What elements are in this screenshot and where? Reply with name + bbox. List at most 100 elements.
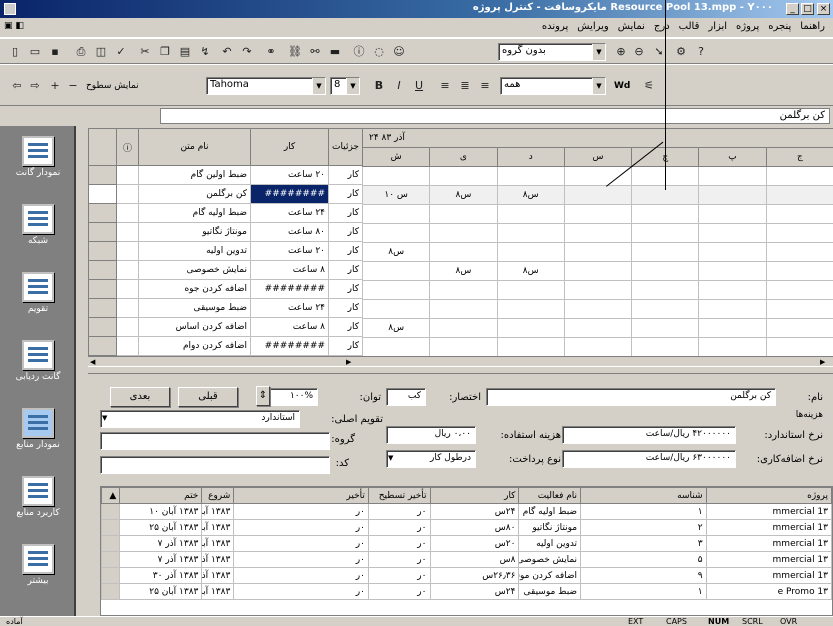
table-row[interactable]: تدوین اولیه ۲۰ ساعت کار (88, 241, 363, 261)
work-cell[interactable]: ۲۰ ساعت (250, 241, 329, 261)
row-header[interactable] (100, 567, 121, 584)
detail-cell[interactable]: ۱۳۸۳ آذر ۷ (119, 535, 203, 552)
detail-cell[interactable]: mmercial 1۳ (705, 551, 833, 568)
font-combo[interactable]: Tahoma ▼ (206, 77, 326, 95)
detail-cell[interactable]: ۱۳۸۳ آبان ۲۵ (119, 583, 203, 600)
max-units-spinner[interactable]: ⇕ (256, 386, 270, 406)
chevron-down-icon[interactable]: ▼ (346, 78, 359, 94)
details-cell[interactable]: کار (328, 279, 363, 299)
detail-column-header[interactable]: نام فعالیت (518, 487, 582, 504)
detail-cell[interactable]: ۲۴س (429, 583, 520, 600)
print-preview-icon[interactable]: ◫ (92, 43, 110, 61)
chevron-down-icon[interactable]: ▼ (312, 78, 325, 94)
select-all-cell[interactable] (88, 128, 117, 166)
detail-cell[interactable]: ۰ر (233, 519, 369, 536)
align-left-icon[interactable]: ≡ (436, 77, 454, 95)
table-row[interactable]: ۱۳۸۳ آذر ۷۱۳۸۳ آبان ۲۵۰ر۰ر۲۰ستدوین اولیه… (100, 535, 833, 552)
detail-cell[interactable]: ۰ر (367, 519, 431, 536)
detail-cell[interactable]: ضبط موسیقی (518, 583, 582, 600)
detail-cell[interactable]: mmercial 1۳ (705, 535, 833, 552)
timescale-cell[interactable] (429, 204, 498, 224)
app-icon[interactable] (4, 3, 16, 15)
outdent-icon[interactable]: ⇦ (8, 77, 26, 95)
timescale-cell[interactable] (361, 166, 431, 186)
notes-icon[interactable]: ◌ (370, 43, 388, 61)
detail-cell[interactable]: ۹ (580, 567, 707, 584)
detail-cell[interactable]: ۱۳۸۳ آبان ۱۵ (201, 583, 235, 600)
menu-item[interactable]: پروژه (736, 21, 759, 32)
timescale-cell[interactable] (698, 337, 767, 357)
indicator-cell[interactable] (116, 222, 139, 242)
format-painter-icon[interactable]: ↯ (196, 43, 214, 61)
detail-cell[interactable]: mmercial 1۳ (705, 503, 833, 520)
work-cell[interactable]: ۲۴ ساعت (250, 298, 329, 318)
task-name-cell[interactable]: ضبط اولیه گام (138, 203, 251, 223)
table-row[interactable]: ۱۳۸۳ آبان ۲۵۱۳۸۳ آبان ۱۵۰ر۰ر۲۴سضبط موسیق… (100, 583, 833, 600)
detail-cell[interactable]: ۰ر (367, 567, 431, 584)
detail-cell[interactable]: ۰ر (233, 535, 369, 552)
indent-icon[interactable]: ⇨ (26, 77, 44, 95)
work-cell[interactable]: ######## (250, 184, 329, 204)
timescale-cell[interactable] (429, 280, 498, 300)
timescale-cell[interactable] (765, 318, 833, 338)
align-center-icon[interactable]: ≣ (456, 77, 474, 95)
menu-item[interactable]: نمایش (618, 21, 645, 32)
details-cell[interactable]: کار (328, 184, 363, 204)
detail-cell[interactable]: ۱۳۸۳ آبان ۱۰ (119, 503, 203, 520)
timescale-cell[interactable] (563, 280, 633, 300)
chevron-down-icon[interactable]: ▼ (388, 454, 393, 462)
detail-column-header[interactable]: ختم (119, 487, 203, 504)
next-button[interactable]: بعدی (110, 387, 170, 407)
timescale-cell[interactable]: ۸س (496, 261, 565, 281)
table-row[interactable]: ضبط اولیه گام ۲۴ ساعت کار (88, 203, 363, 223)
details-header[interactable]: جزئیات (328, 128, 363, 166)
hyperlink-icon[interactable]: ⚭ (262, 43, 280, 61)
work-cell[interactable]: ۲۴ ساعت (250, 203, 329, 223)
timescale-cell[interactable] (429, 318, 498, 338)
table-row[interactable]: ۱۳۸۳ آبان ۱۰۱۳۸۳ آبان ۵۰ر۰ر۲۴سضبط اولیه … (100, 503, 833, 520)
row-header[interactable] (88, 317, 117, 337)
timescale-cell[interactable] (563, 318, 633, 338)
show-subtasks-icon[interactable]: + (46, 77, 64, 95)
detail-cell[interactable]: اضافه کردن موسیقی (518, 567, 582, 584)
table-row[interactable]: ۱۳۸۳ آبان ۲۵۱۳۸۳ آبان ۱۱۰ر۰ر۸۰سمونتاژ نگ… (100, 519, 833, 536)
menu-item[interactable]: راهنما (800, 21, 825, 32)
filter-combo[interactable]: همه ▼ (500, 77, 606, 95)
detail-cell[interactable]: ۸۰س (429, 519, 520, 536)
detail-cell[interactable]: ۰ر (367, 583, 431, 600)
detail-cell[interactable]: ۰ر (233, 583, 369, 600)
timescale-cell[interactable]: ۸س (361, 242, 431, 262)
name-field[interactable]: کن برگلمن (486, 388, 776, 406)
cut-icon[interactable]: ✂ (136, 43, 154, 61)
timescale-cell[interactable] (496, 280, 565, 300)
underline-icon[interactable]: U (410, 77, 428, 95)
paste-icon[interactable]: ▤ (176, 43, 194, 61)
detail-cell[interactable]: ۰ر (367, 503, 431, 520)
detail-cell[interactable]: ۲۴س (429, 503, 520, 520)
timescale-cell[interactable] (563, 337, 633, 357)
task-name-cell[interactable]: ضبط موسیقی (138, 298, 251, 318)
timescale-cell[interactable] (496, 242, 565, 262)
detail-column-header[interactable]: شناسه (580, 487, 707, 504)
indicator-cell[interactable] (116, 260, 139, 280)
timescale-cell[interactable] (765, 337, 833, 357)
work-cell[interactable]: ۸ ساعت (250, 317, 329, 337)
close-button[interactable]: × (817, 3, 830, 15)
view-bar-item[interactable]: نمودار گانت (0, 136, 76, 178)
per-use-field[interactable]: ۰،۰۰ ریال (386, 426, 476, 444)
timescale-cell[interactable] (698, 280, 767, 300)
detail-cell[interactable]: ۸س (429, 551, 520, 568)
table-row[interactable]: ضبط اولین گام ۲۰ ساعت کار (88, 165, 363, 185)
timescale-cell[interactable] (429, 242, 498, 262)
work-cell[interactable]: ۲۰ ساعت (250, 165, 329, 185)
row-header[interactable] (88, 165, 117, 185)
timescale-cell[interactable]: ۸س (496, 185, 565, 205)
timescale-cell[interactable] (698, 185, 767, 205)
timescale-cell[interactable] (496, 204, 565, 224)
chevron-down-icon[interactable]: ▼ (592, 78, 605, 94)
group-field[interactable] (100, 432, 330, 450)
gantt-wizard-icon[interactable]: ⚟ (640, 77, 658, 95)
timescale-cell[interactable] (429, 223, 498, 243)
details-cell[interactable]: کار (328, 222, 363, 242)
table-row[interactable]: نمایش خصوصی ۸ ساعت کار (88, 260, 363, 280)
